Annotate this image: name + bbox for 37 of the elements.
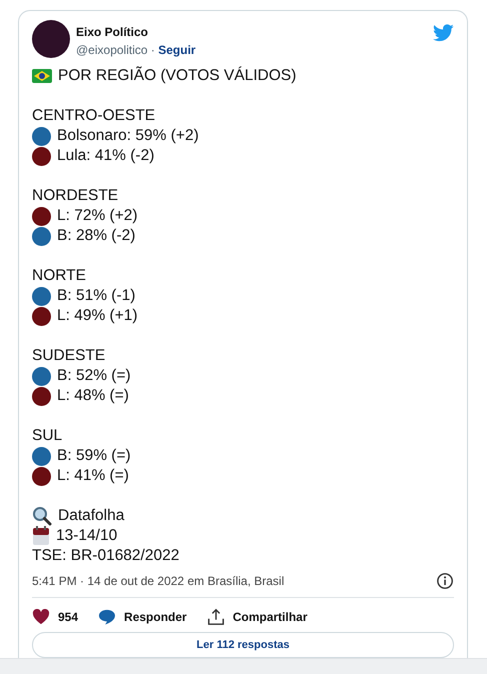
like-button[interactable]: 954	[58, 610, 78, 624]
result-text: B: 28% (-2)	[57, 227, 136, 245]
calendar-icon	[32, 526, 50, 546]
share-icon[interactable]	[206, 608, 225, 626]
avatar[interactable]	[32, 20, 70, 58]
result-text: L: 48% (=)	[57, 387, 129, 405]
source-text: Datafolha	[58, 507, 124, 525]
magnifier-icon	[32, 506, 52, 526]
follow-link[interactable]: Seguir	[158, 43, 196, 57]
flag-icon	[32, 69, 52, 83]
read-replies-button[interactable]: Ler 112 respostas	[32, 632, 454, 658]
author-handle[interactable]: @eixopolitico	[76, 43, 148, 57]
region-heading: SUL	[32, 426, 64, 446]
result-text: B: 52% (=)	[57, 367, 131, 385]
share-button[interactable]: Compartilhar	[232, 610, 308, 624]
region-heading: SUDESTE	[32, 346, 106, 366]
bird-icon[interactable]	[433, 24, 454, 42]
result-text: Bolsonaro: 59% (+2)	[57, 127, 199, 145]
source-text: TSE: BR-01682/2022	[32, 547, 180, 565]
reply-button[interactable]: Responder	[124, 610, 187, 624]
speech-bubble-icon[interactable]	[98, 609, 116, 625]
result-text: L: 41% (=)	[57, 467, 129, 485]
timestamp-link[interactable]: 5:41 PM · 14 de out de 2022 em Brasília, Brasil	[32, 574, 284, 588]
source-text: 13-14/10	[56, 527, 118, 545]
result-text: L: 49% (+1)	[57, 307, 138, 325]
result-text: B: 51% (-1)	[57, 287, 136, 305]
author-name[interactable]: Eixo Político	[76, 25, 148, 39]
region-heading: CENTRO-OESTE	[32, 106, 156, 126]
separator: ·	[150, 43, 156, 57]
result-text: L: 72% (+2)	[57, 207, 138, 225]
result-text: Lula: 41% (-2)	[57, 147, 154, 165]
heart-icon[interactable]	[32, 609, 50, 625]
region-heading: NORTE	[32, 266, 87, 286]
result-text: B: 59% (=)	[57, 447, 131, 465]
info-icon[interactable]	[436, 572, 454, 590]
region-heading: NORDESTE	[32, 186, 120, 206]
headline: POR REGIÃO (VOTOS VÁLIDOS)	[58, 67, 296, 85]
